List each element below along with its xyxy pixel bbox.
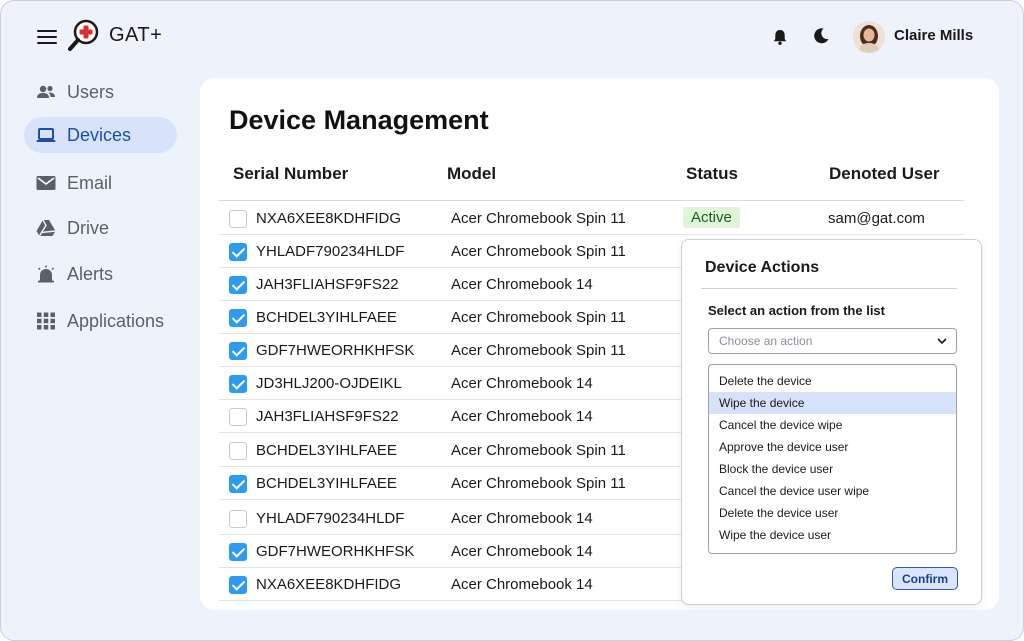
mail-icon: [36, 176, 56, 190]
sidebar-item-label: Applications: [67, 311, 165, 331]
status-badge: Active: [683, 207, 740, 228]
column-header-user: Denoted User: [829, 164, 940, 183]
moon-icon[interactable]: [812, 27, 830, 45]
device-model: Acer Chromebook 14: [451, 543, 593, 560]
bell-icon[interactable]: [771, 28, 789, 46]
row-checkbox[interactable]: [229, 408, 247, 426]
chevron-down-icon: [937, 338, 947, 345]
action-options-list: Delete the device Wipe the device Cancel t…: [708, 364, 957, 554]
device-model: Acer Chromebook Spin 11: [451, 309, 626, 326]
dialog-divider: [701, 288, 957, 289]
laptop-icon: [36, 128, 56, 142]
device-model: Acer Chromebook Spin 11: [451, 210, 626, 227]
avatar[interactable]: [853, 21, 885, 53]
action-select-label: Select an action from the list: [708, 303, 885, 318]
row-checkbox[interactable]: [229, 510, 247, 528]
app-window: GAT+ Claire Mills Users Devices Email Dr…: [0, 0, 1024, 641]
action-select-placeholder: Choose an action: [719, 334, 813, 348]
row-checkbox[interactable]: [229, 342, 247, 360]
user-name[interactable]: Claire Mills: [894, 27, 973, 44]
device-model: Acer Chromebook 14: [451, 576, 593, 593]
column-header-status: Status: [686, 164, 738, 183]
sidebar-item-label: Alerts: [67, 264, 114, 284]
row-checkbox[interactable]: [229, 276, 247, 294]
row-checkbox[interactable]: [229, 243, 247, 261]
sidebar-item-label: Email: [67, 173, 113, 193]
serial-number: NXA6XEE8KDHFIDG: [256, 576, 402, 593]
action-option[interactable]: Delete the device user: [709, 502, 956, 524]
sidebar-item-label: Devices: [67, 125, 132, 145]
row-checkbox[interactable]: [229, 442, 247, 460]
users-icon: [37, 85, 55, 98]
row-checkbox[interactable]: [229, 309, 247, 327]
sidebar-item-users[interactable]: Users: [24, 74, 177, 110]
serial-number: BCHDEL3YIHLFAEE: [256, 309, 397, 326]
action-option[interactable]: Wipe the device user: [709, 524, 956, 546]
drive-icon: [36, 219, 56, 237]
row-checkbox[interactable]: [229, 375, 247, 393]
sidebar-item-email[interactable]: Email: [24, 165, 177, 201]
serial-number: GDF7HWEORHKHFSK: [256, 543, 415, 560]
device-model: Acer Chromebook 14: [451, 408, 593, 425]
app-name: GAT+: [109, 24, 163, 46]
menu-icon[interactable]: [37, 29, 57, 45]
logo-icon: [68, 19, 99, 51]
device-model: Acer Chromebook Spin 11: [451, 442, 626, 459]
row-checkbox[interactable]: [229, 576, 247, 594]
row-checkbox[interactable]: [229, 210, 247, 228]
action-option[interactable]: Approve the device user: [709, 436, 956, 458]
sidebar-item-drive[interactable]: Drive: [24, 210, 177, 246]
device-model: Acer Chromebook 14: [451, 276, 593, 293]
serial-number: BCHDEL3YIHLFAEE: [256, 475, 397, 492]
header-divider: [219, 200, 964, 201]
action-option[interactable]: Cancel the device user wipe: [709, 480, 956, 502]
sidebar-item-alerts[interactable]: Alerts: [24, 256, 177, 292]
serial-number: JAH3FLIAHSF9FS22: [256, 276, 399, 293]
column-header-model: Model: [447, 164, 497, 183]
sidebar-item-devices[interactable]: Devices: [24, 117, 177, 153]
action-option[interactable]: Block the device user: [709, 458, 956, 480]
device-model: Acer Chromebook Spin 11: [451, 342, 626, 359]
dialog-title: Device Actions: [705, 259, 820, 276]
sidebar-item-label: Users: [67, 82, 115, 102]
page-title: Device Management: [229, 105, 489, 135]
device-model: Acer Chromebook Spin 11: [451, 475, 626, 492]
denoted-user: sam@gat.com: [828, 210, 925, 227]
serial-number: JD3HLJ200-OJDEIKL: [256, 375, 402, 392]
device-model: Acer Chromebook Spin 11: [451, 243, 626, 260]
column-header-serial: Serial Number: [233, 164, 349, 183]
sidebar-item-label: Drive: [67, 218, 110, 238]
confirm-button[interactable]: Confirm: [892, 567, 958, 590]
serial-number: YHLADF790234HLDF: [256, 243, 405, 260]
sidebar-item-applications[interactable]: Applications: [24, 303, 177, 339]
serial-number: YHLADF790234HLDF: [256, 510, 405, 527]
row-checkbox[interactable]: [229, 475, 247, 493]
action-option[interactable]: Cancel the device wipe: [709, 414, 956, 436]
serial-number: GDF7HWEORHKHFSK: [256, 342, 415, 359]
serial-number: JAH3FLIAHSF9FS22: [256, 408, 399, 425]
action-select[interactable]: Choose an action: [708, 328, 957, 354]
alarm-icon: [37, 265, 55, 283]
device-model: Acer Chromebook 14: [451, 375, 593, 392]
apps-grid-icon: [37, 312, 55, 330]
row-checkbox[interactable]: [229, 543, 247, 561]
serial-number: BCHDEL3YIHLFAEE: [256, 442, 397, 459]
serial-number: NXA6XEE8KDHFIDG: [256, 210, 402, 227]
action-option[interactable]: Delete the device: [709, 370, 956, 392]
device-actions-dialog: Device Actions Select an action from the…: [681, 239, 982, 605]
table-row[interactable]: NXA6XEE8KDHFIDG Acer Chromebook Spin 11 Ac…: [219, 202, 964, 235]
action-option[interactable]: Wipe the device: [709, 392, 956, 414]
device-model: Acer Chromebook 14: [451, 510, 593, 527]
